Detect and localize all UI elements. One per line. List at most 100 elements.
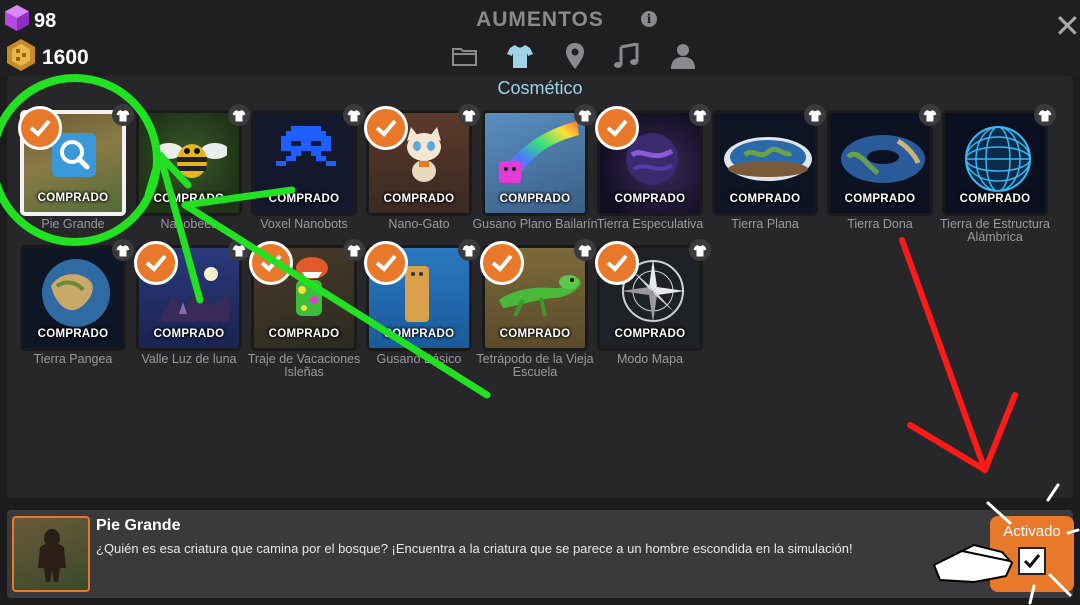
checkmark-icon	[595, 241, 639, 285]
purchased-badge: COMPRADO	[153, 193, 225, 205]
shirt-icon	[689, 239, 711, 261]
item-name: Tierra Pangea	[33, 352, 113, 366]
item-name: Tierra de Estructura Alámbrica	[940, 217, 1050, 244]
activate-toggle-button[interactable]: Activado	[990, 516, 1074, 592]
item-thumbnail: COMPRADO	[136, 110, 242, 216]
section-title: Cosmético	[497, 78, 583, 98]
coin-counter: 1600	[4, 38, 89, 78]
purchased-badge: COMPRADO	[153, 328, 225, 340]
shirt-icon	[919, 104, 941, 126]
detail-panel: Pie Grande ¿Quién es esa criatura que ca…	[7, 510, 1073, 598]
coin-count: 1600	[42, 46, 89, 69]
page-title: AUMENTOS	[476, 8, 604, 31]
item-name: Traje de Vacaciones Isleñas	[247, 352, 361, 379]
purchased-badge: COMPRADO	[844, 193, 916, 205]
item-thumbnail: COMPRADO	[482, 110, 588, 216]
tab-cosmetics[interactable]	[505, 42, 535, 70]
item-thumbnail: COMPRADO	[712, 110, 818, 216]
shirt-icon	[112, 239, 134, 261]
tab-folder[interactable]	[450, 42, 480, 70]
user-icon	[671, 44, 695, 69]
item-tile-tetrapodo[interactable]: COMPRADO Tetrápodo de la Vieja Escuela	[476, 239, 596, 379]
item-tile-gusano-plano[interactable]: COMPRADO Gusano Plano Bailarín	[472, 104, 598, 231]
detail-thumbnail	[12, 516, 90, 592]
shirt-icon	[343, 104, 365, 126]
shirt-icon	[112, 104, 134, 126]
tab-profile[interactable]	[668, 42, 698, 70]
item-tile-modo-mapa[interactable]: COMPRADO Modo Mapa	[595, 239, 711, 366]
purchased-badge: COMPRADO	[37, 192, 109, 204]
item-tile-tierra-dona[interactable]: COMPRADO Tierra Dona	[827, 104, 941, 231]
close-icon[interactable]: ✕	[1054, 10, 1080, 42]
item-name: Tierra Especulativa	[596, 217, 704, 231]
item-name: Pie Grande	[41, 217, 105, 231]
purchased-badge: COMPRADO	[614, 328, 686, 340]
tab-map[interactable]	[560, 42, 590, 70]
checkmark-icon	[249, 241, 293, 285]
item-name: Tierra Plana	[731, 217, 799, 231]
item-tile-tierra-pangea[interactable]: COMPRADO Tierra Pangea	[20, 239, 134, 366]
purchased-badge: COMPRADO	[383, 328, 455, 340]
checkmark-icon	[595, 106, 639, 150]
shirt-icon	[228, 104, 250, 126]
purchased-badge: COMPRADO	[614, 193, 686, 205]
category-tabs	[450, 42, 700, 70]
purchased-badge: COMPRADO	[729, 193, 801, 205]
info-icon[interactable]: i	[641, 11, 657, 27]
purchased-badge: COMPRADO	[268, 328, 340, 340]
music-note-icon	[614, 43, 639, 68]
dna-coin-icon	[4, 38, 38, 78]
shirt-icon	[1034, 104, 1056, 126]
item-tile-gusano-basico[interactable]: COMPRADO Gusano Básico	[364, 239, 480, 366]
item-tile-tierra-especulativa[interactable]: COMPRADO Tierra Especulativa	[595, 104, 711, 231]
detail-title: Pie Grande	[96, 517, 181, 534]
item-tile-voxel-nanobots[interactable]: COMPRADO Voxel Nanobots	[251, 104, 365, 231]
item-name: Modo Mapa	[616, 352, 683, 366]
shirt-icon	[574, 104, 596, 126]
shirt-icon	[574, 239, 596, 261]
purchased-badge: COMPRADO	[499, 193, 571, 205]
item-tile-nano-gato[interactable]: COMPRADO Nano-Gato	[364, 104, 480, 231]
item-name: Gusano Básico	[376, 352, 462, 366]
shirt-icon	[507, 45, 533, 68]
purchased-badge: COMPRADO	[37, 328, 109, 340]
checkmark-icon	[18, 106, 62, 150]
item-thumbnail: COMPRADO	[942, 110, 1048, 216]
purchased-badge: COMPRADO	[499, 328, 571, 340]
shirt-icon	[228, 239, 250, 261]
checkmark-icon	[364, 106, 408, 150]
item-name: Gusano Plano Bailarín	[472, 217, 598, 231]
activate-label: Activado	[1003, 523, 1061, 540]
item-thumbnail: COMPRADO	[827, 110, 933, 216]
map-pin-icon	[566, 43, 584, 69]
purchased-badge: COMPRADO	[268, 193, 340, 205]
item-thumbnail: COMPRADO	[251, 110, 357, 216]
item-tile-tierra-plana[interactable]: COMPRADO Tierra Plana	[712, 104, 826, 231]
purchased-badge: COMPRADO	[959, 193, 1031, 205]
item-tile-nanobees[interactable]: COMPRADO Nanobees	[136, 104, 250, 231]
item-name: Voxel Nanobots	[260, 217, 348, 231]
shirt-icon	[458, 104, 480, 126]
activate-checkbox[interactable]	[1018, 547, 1046, 575]
checkmark-icon	[480, 241, 524, 285]
item-name: Nano-Gato	[388, 217, 450, 231]
folder-icon	[452, 48, 477, 66]
item-tile-valle-luz-de-luna[interactable]: COMPRADO Valle Luz de luna	[134, 239, 250, 366]
item-thumbnail: COMPRADO	[20, 245, 126, 351]
item-tile-pie-grande[interactable]: COMPRADO Pie Grande	[18, 104, 134, 231]
item-name: Valle Luz de luna	[141, 352, 237, 366]
shirt-icon	[458, 239, 480, 261]
checkmark-icon	[364, 241, 408, 285]
checkmark-icon	[134, 241, 178, 285]
shirt-icon	[343, 239, 365, 261]
item-name: Tierra Dona	[847, 217, 913, 231]
tab-music[interactable]	[612, 42, 642, 70]
shirt-icon	[804, 104, 826, 126]
item-name: Tetrápodo de la Vieja Escuela	[476, 352, 594, 379]
item-tile-tierra-alambrica[interactable]: COMPRADO Tierra de Estructura Alámbrica	[940, 104, 1056, 244]
item-name: Nanobees	[160, 217, 218, 231]
shirt-icon	[689, 104, 711, 126]
purchased-badge: COMPRADO	[383, 193, 455, 205]
item-tile-traje-vacaciones[interactable]: COMPRADO Traje de Vacaciones Isleñas	[248, 239, 365, 379]
detail-description: ¿Quién es esa criatura que camina por el…	[96, 541, 853, 556]
